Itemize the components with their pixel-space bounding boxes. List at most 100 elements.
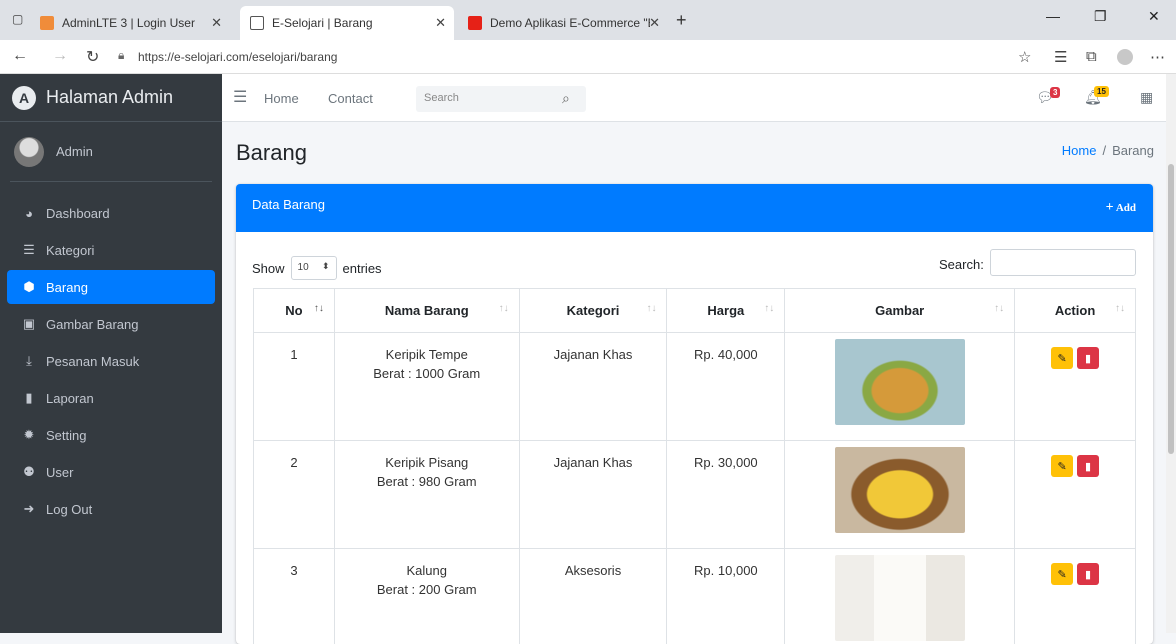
favorites-list-icon[interactable]: ☰ xyxy=(1054,48,1067,66)
favorite-star-icon[interactable]: ☆ xyxy=(1018,48,1031,66)
new-tab-icon[interactable]: + xyxy=(676,10,687,31)
show-label: Show xyxy=(252,261,285,276)
sidebar-item-gambar-barang[interactable]: ▣Gambar Barang xyxy=(7,307,215,341)
sidebar-item-dashboard[interactable]: ◕ Dashboard xyxy=(7,196,215,230)
cell-no: 3 xyxy=(254,549,335,644)
collections-icon[interactable]: ⧉ xyxy=(1086,48,1097,65)
sidebar-item-laporan[interactable]: ▮Laporan xyxy=(7,381,215,415)
brand[interactable]: A Halaman Admin xyxy=(0,74,222,122)
tab-label: E-Selojari | Barang xyxy=(272,16,373,30)
sidebar-item-label: Setting xyxy=(46,428,86,443)
file-icon: ▮ xyxy=(20,390,38,406)
minimize-icon[interactable]: — xyxy=(1046,8,1060,24)
sidebar-item-label: Barang xyxy=(46,280,88,295)
table-search-input[interactable] xyxy=(990,249,1136,276)
hamburger-menu-icon[interactable]: ☰ xyxy=(233,87,247,107)
sidebar-item-pesanan-masuk[interactable]: ⤓ Pesanan Masuk xyxy=(7,344,215,378)
product-weight: Berat : 980 Gram xyxy=(335,474,519,489)
sidebar-item-setting[interactable]: ✹Setting xyxy=(7,418,215,452)
reload-icon[interactable]: ↻ xyxy=(86,47,99,67)
breadcrumb-home-link[interactable]: Home xyxy=(1062,143,1097,158)
browser-tab-barang[interactable]: E-Selojari | Barang ✕ xyxy=(240,6,454,40)
download-icon: ⤓ xyxy=(20,353,38,369)
sidebar-item-barang[interactable]: ⬢Barang xyxy=(7,270,215,304)
select-arrows-icon: ⬍ xyxy=(322,261,330,272)
adminlte-favicon-icon xyxy=(40,16,54,30)
header-label: Harga xyxy=(707,303,744,318)
tab-label: Demo Aplikasi E-Commerce "E-S xyxy=(490,16,650,30)
show-entries: Show 10 ⬍ entries xyxy=(252,256,382,280)
header-label: Action xyxy=(1055,303,1095,318)
header-label: No xyxy=(285,303,302,318)
entries-value: 10 xyxy=(298,262,309,273)
more-icon[interactable]: ⋯ xyxy=(1150,48,1165,66)
product-image-keripik-pisang xyxy=(835,447,965,533)
delete-button[interactable]: ▮ xyxy=(1077,347,1099,369)
browser-tab-youtube[interactable]: Demo Aplikasi E-Commerce "E-S ✕ xyxy=(458,6,668,40)
user-panel[interactable]: Admin xyxy=(10,122,212,182)
sidebar: A Halaman Admin Admin ◕ Dashboard ☰Katego… xyxy=(0,74,222,633)
column-header-harga[interactable]: Harga ↑↓ xyxy=(667,289,785,333)
edit-button[interactable]: ✎ xyxy=(1051,455,1073,477)
delete-button[interactable]: ▮ xyxy=(1077,563,1099,585)
card-header: Data Barang + Add xyxy=(236,184,1153,232)
navbar-search-input[interactable]: Search xyxy=(416,86,586,112)
url-field[interactable]: https://e-selojari.com/eselojari/barang xyxy=(138,50,337,64)
browser-tab-login[interactable]: AdminLTE 3 | Login User ✕ xyxy=(30,6,230,40)
messages-badge: 3 xyxy=(1050,87,1060,98)
column-header-nama[interactable]: Nama Barang↑↓ xyxy=(334,289,519,333)
sidebar-item-kategori[interactable]: ☰Kategori xyxy=(7,233,215,267)
profile-avatar[interactable] xyxy=(1117,49,1133,65)
breadcrumb-separator: / xyxy=(1102,143,1106,158)
product-name: Kalung xyxy=(407,563,447,578)
lock-icon[interactable]: 🔒︎ xyxy=(118,48,124,63)
sidebar-item-label: Pesanan Masuk xyxy=(46,354,139,369)
grid-icon[interactable]: ▦ xyxy=(1140,89,1153,106)
notifications-badge: 15 xyxy=(1094,86,1109,97)
restore-icon[interactable]: ❐ xyxy=(1094,8,1107,25)
cell-harga: Rp. 40,000 xyxy=(667,333,785,441)
window-close-icon[interactable]: ✕ xyxy=(1148,8,1160,25)
column-header-kategori[interactable]: Kategori↑↓ xyxy=(519,289,667,333)
close-icon[interactable]: ✕ xyxy=(211,15,222,31)
sidebar-item-label: User xyxy=(46,465,73,480)
barang-table: No↑↓ Nama Barang↑↓ Kategori↑↓ Harga ↑↓ Ga… xyxy=(253,288,1136,644)
cell-kategori: Jajanan Khas xyxy=(519,441,667,549)
tab-actions-icon[interactable]: ▢ xyxy=(12,12,23,26)
sort-icon: ↑↓ xyxy=(764,303,774,314)
close-icon[interactable]: ✕ xyxy=(435,15,446,31)
youtube-favicon-icon xyxy=(468,16,482,30)
scrollbar-thumb[interactable] xyxy=(1168,164,1174,454)
add-button[interactable]: + Add xyxy=(1106,200,1136,216)
column-header-gambar[interactable]: Gambar↑↓ xyxy=(785,289,1015,333)
forward-icon[interactable]: → xyxy=(52,47,68,65)
edit-button[interactable]: ✎ xyxy=(1051,563,1073,585)
search-icon[interactable]: ⌕ xyxy=(562,90,570,107)
trash-icon: ▮ xyxy=(1085,352,1091,365)
nav-home-link[interactable]: Home xyxy=(264,91,299,106)
entries-label: entries xyxy=(343,261,382,276)
dashboard-icon: ◕ xyxy=(20,206,38,221)
sidebar-item-label: Dashboard xyxy=(46,206,110,221)
delete-button[interactable]: ▮ xyxy=(1077,455,1099,477)
close-icon[interactable]: ✕ xyxy=(649,15,660,31)
trash-icon: ▮ xyxy=(1085,568,1091,581)
column-header-action[interactable]: Action↑↓ xyxy=(1015,289,1136,333)
product-image-kalung xyxy=(835,555,965,641)
cell-gambar xyxy=(785,441,1015,549)
cell-action: ✎▮ xyxy=(1015,549,1136,644)
column-header-no[interactable]: No↑↓ xyxy=(254,289,335,333)
table-search-label: Search: xyxy=(939,257,984,272)
table-row: 2 Keripik PisangBerat : 980 Gram Jajanan… xyxy=(254,441,1136,549)
page-scrollbar[interactable] xyxy=(1166,74,1176,633)
cell-kategori: Jajanan Khas xyxy=(519,333,667,441)
page-title: Barang xyxy=(236,140,307,166)
cell-action: ✎▮ xyxy=(1015,333,1136,441)
sidebar-item-user[interactable]: ⚉User xyxy=(7,455,215,489)
back-icon[interactable]: ← xyxy=(12,47,28,65)
sidebar-item-logout[interactable]: ➜Log Out xyxy=(7,492,215,526)
edit-button[interactable]: ✎ xyxy=(1051,347,1073,369)
nav-contact-link[interactable]: Contact xyxy=(328,91,373,106)
entries-select[interactable]: 10 ⬍ xyxy=(291,256,337,280)
cell-no: 2 xyxy=(254,441,335,549)
